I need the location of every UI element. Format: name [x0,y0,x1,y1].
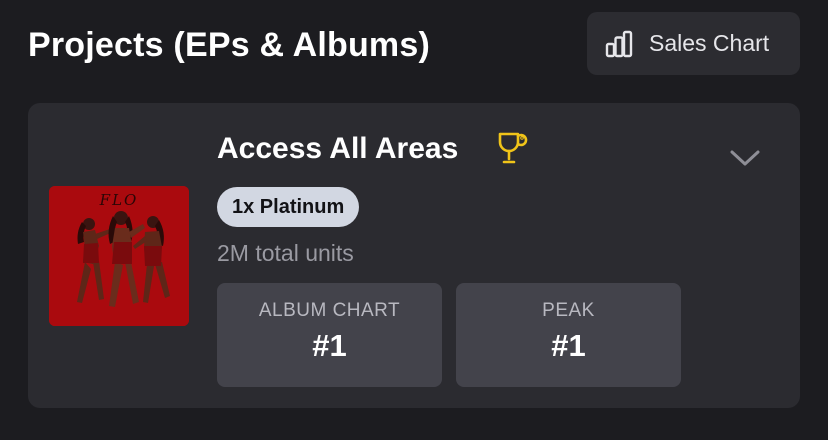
album-cover-image: FLO [49,186,189,326]
sales-chart-button[interactable]: Sales Chart [587,12,800,75]
bar-chart-icon [603,28,635,60]
stat-value: #1 [312,328,347,363]
album-title[interactable]: Access All Areas [217,130,458,168]
stat-value: #1 [551,328,586,363]
certification-badge: 1x Platinum [217,187,360,227]
sales-chart-label: Sales Chart [649,30,770,56]
stat-label: PEAK [542,300,595,321]
section-title: Projects (EPs & Albums) [28,26,430,64]
total-units-text: 2M total units [217,240,354,266]
chevron-down-icon[interactable] [728,145,762,171]
peak-stat: PEAK #1 [456,283,681,387]
album-chart-stat: ALBUM CHART #1 [217,283,442,387]
svg-text:FLO: FLO [99,191,139,209]
projects-section: Projects (EPs & Albums) Sales Chart FLO [0,0,828,440]
trophy-icon [496,130,530,168]
project-card[interactable]: FLO Access All Areas 1x Platinum 2M tota… [28,103,800,408]
stat-label: ALBUM CHART [258,300,401,321]
